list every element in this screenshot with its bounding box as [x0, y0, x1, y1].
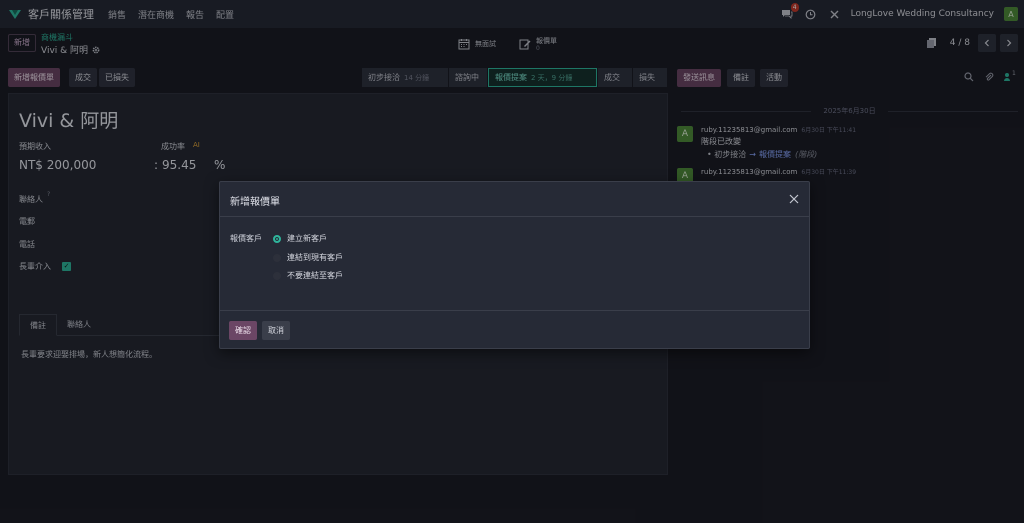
radio-link-existing[interactable] — [273, 253, 281, 262]
option-label: 連結到現有客戶 — [287, 253, 343, 262]
dialog-footer: 確認 取消 — [220, 310, 809, 348]
option-label: 建立新客戶 — [287, 234, 327, 243]
dialog-title: 新增報價單 — [230, 197, 280, 208]
option-label: 不要連結至客戶 — [287, 271, 343, 280]
confirm-button[interactable]: 確認 — [229, 321, 257, 340]
close-icon[interactable] — [787, 192, 801, 206]
dialog-body: 報價客戶 建立新客戶 連結到現有客戶 不要連結至客戶 — [220, 218, 809, 310]
dialog-header: 新增報價單 — [220, 182, 809, 217]
option-link-existing[interactable]: 連結到現有客戶 — [273, 252, 343, 263]
option-create-customer[interactable]: 建立新客戶 — [273, 233, 327, 244]
quotation-customer-label: 報價客戶 — [230, 234, 262, 243]
cancel-button[interactable]: 取消 — [262, 321, 290, 340]
radio-no-link[interactable] — [273, 271, 281, 280]
option-no-link[interactable]: 不要連結至客戶 — [273, 270, 343, 281]
radio-create-customer[interactable] — [273, 234, 281, 243]
new-quotation-dialog: 新增報價單 報價客戶 建立新客戶 連結到現有客戶 不要連結至客戶 確認 取消 — [219, 181, 810, 349]
